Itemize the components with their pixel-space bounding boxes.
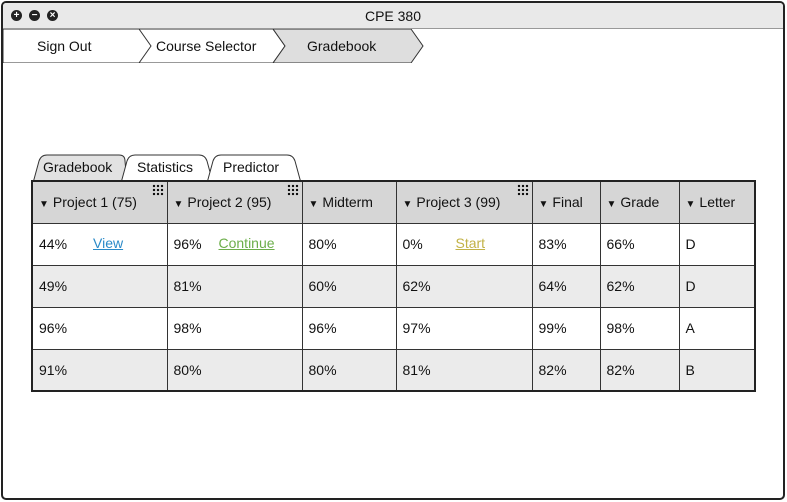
table-row: 44% View 96% Continue 80% 0% Start 83% 66% … — [31, 222, 756, 266]
table-cell: 44% View — [31, 222, 168, 266]
column-label: Letter — [699, 194, 736, 211]
table-row: 91% 80% 80% 81% 82% 82% B — [31, 348, 756, 392]
sort-down-icon: ▼ — [308, 199, 319, 211]
table-cell: 98% — [166, 306, 303, 350]
table-cell: 81% — [166, 264, 303, 308]
column-header-project-2[interactable]: ▼ Project 2 (95) — [166, 180, 303, 224]
table-cell: 98% — [599, 306, 680, 350]
table-row: 49% 81% 60% 62% 64% 62% D — [31, 264, 756, 308]
breadcrumb-course-selector[interactable]: Course Selector — [156, 29, 256, 63]
sort-down-icon: ▼ — [538, 199, 549, 211]
grid-icon[interactable] — [286, 184, 299, 196]
tab-statistics[interactable]: Statistics — [137, 159, 193, 175]
column-label: Grade — [620, 194, 660, 211]
tab-gradebook[interactable]: Gradebook — [43, 159, 112, 175]
view-link[interactable]: View — [93, 235, 123, 251]
table-cell: D — [678, 264, 756, 308]
sort-down-icon: ▼ — [402, 199, 413, 211]
breadcrumb: Sign Out Course Selector Gradebook — [3, 29, 443, 63]
app-window: + − × CPE 380 Sign Out Course Selector G… — [1, 1, 785, 500]
table-cell: 80% — [166, 348, 303, 392]
column-header-project-1[interactable]: ▼ Project 1 (75) — [31, 180, 168, 224]
sort-down-icon: ▼ — [606, 199, 617, 211]
table-cell: 83% — [531, 222, 601, 266]
table-cell: 96% Continue — [166, 222, 303, 266]
table-cell: 0% Start — [395, 222, 533, 266]
table-cell: 97% — [395, 306, 533, 350]
table-cell: 82% — [599, 348, 680, 392]
continue-link[interactable]: Continue — [219, 235, 275, 251]
breadcrumb-sign-out[interactable]: Sign Out — [37, 29, 91, 63]
table-cell: B — [678, 348, 756, 392]
table-cell: 66% — [599, 222, 680, 266]
window-title: CPE 380 — [364, 8, 422, 24]
title-bar: + − × CPE 380 — [3, 3, 783, 29]
table-cell: 62% — [599, 264, 680, 308]
table-cell: 82% — [531, 348, 601, 392]
column-label: Final — [552, 194, 583, 211]
table-cell: 81% — [395, 348, 533, 392]
table-cell: 99% — [531, 306, 601, 350]
sort-down-icon: ▼ — [685, 199, 696, 211]
start-link[interactable]: Start — [456, 235, 486, 251]
table-cell: 80% — [301, 348, 397, 392]
grid-icon[interactable] — [151, 184, 164, 196]
table-cell: 80% — [301, 222, 397, 266]
gradebook-table: ▼ Project 1 (75) ▼ Project 2 (95) ▼ Midterm… — [31, 180, 756, 392]
column-header-letter[interactable]: ▼ Letter — [678, 180, 756, 224]
tab-predictor[interactable]: Predictor — [223, 159, 279, 175]
tab-bar: Gradebook Statistics Predictor — [31, 153, 331, 183]
table-cell: 60% — [301, 264, 397, 308]
column-label: Project 3 (99) — [416, 194, 501, 211]
sort-down-icon: ▼ — [173, 199, 184, 211]
column-header-grade[interactable]: ▼ Grade — [599, 180, 680, 224]
table-row: 96% 98% 96% 97% 99% 98% A — [31, 306, 756, 350]
table-cell: 64% — [531, 264, 601, 308]
table-cell: D — [678, 222, 756, 266]
table-cell: 91% — [31, 348, 168, 392]
cell-value: 44% — [39, 236, 68, 252]
column-label: Midterm — [322, 194, 373, 211]
table-cell: A — [678, 306, 756, 350]
table-cell: 96% — [301, 306, 397, 350]
sort-down-icon: ▼ — [39, 199, 49, 211]
column-label: Project 1 (75) — [52, 194, 137, 211]
table-cell: 62% — [395, 264, 533, 308]
cell-value: 0% — [402, 236, 423, 252]
column-header-final[interactable]: ▼ Final — [531, 180, 601, 224]
table-header-row: ▼ Project 1 (75) ▼ Project 2 (95) ▼ Midterm… — [31, 180, 756, 224]
cell-value: 96% — [173, 236, 202, 252]
table-cell: 96% — [31, 306, 168, 350]
breadcrumb-gradebook[interactable]: Gradebook — [307, 29, 376, 63]
column-header-midterm[interactable]: ▼ Midterm — [301, 180, 397, 224]
column-label: Project 2 (95) — [187, 194, 272, 211]
column-header-project-3[interactable]: ▼ Project 3 (99) — [395, 180, 533, 224]
table-cell: 49% — [31, 264, 168, 308]
grid-icon[interactable] — [516, 184, 529, 196]
